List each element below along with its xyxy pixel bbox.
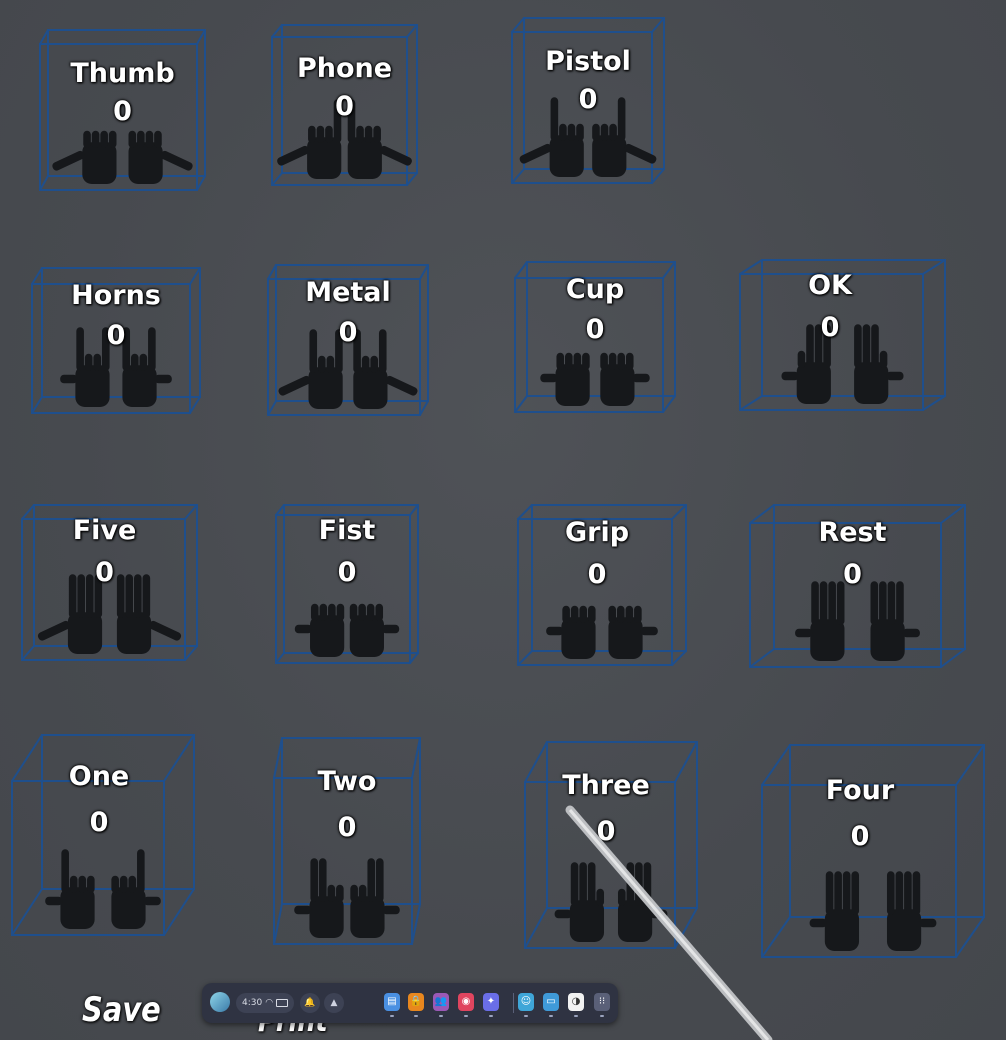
gesture-name: Pistol: [545, 46, 631, 77]
lock-icon[interactable]: 🔒: [408, 993, 424, 1011]
clock: 4:30: [242, 998, 263, 1008]
gesture-pistol[interactable]: Pistol 0: [511, 17, 665, 184]
files-icon[interactable]: ▭: [543, 993, 559, 1011]
status-pill[interactable]: 4:30 ◠: [236, 993, 294, 1013]
camera-icon[interactable]: ◉: [458, 993, 474, 1011]
gesture-thumb[interactable]: Thumb 0: [39, 29, 206, 191]
app-running-indicator: [414, 1015, 418, 1017]
gesture-name: Four: [825, 775, 895, 806]
gesture-phone[interactable]: Phone 0: [271, 24, 418, 186]
gesture-rest[interactable]: Rest 0: [749, 504, 966, 668]
gesture-three[interactable]: Three 0: [524, 741, 698, 949]
gesture-name: Phone: [296, 53, 393, 84]
notifications-icon[interactable]: 🔔: [300, 993, 320, 1013]
app-running-indicator: [574, 1015, 578, 1017]
app-running-indicator: [600, 1015, 604, 1017]
gesture-name: Three: [562, 770, 650, 801]
gesture-count: 0: [578, 84, 598, 115]
gesture-two[interactable]: Two 0: [273, 737, 421, 945]
gesture-count: 0: [338, 317, 358, 348]
app-running-indicator: [390, 1015, 394, 1017]
system-taskbar: 4:30 ◠ 🔔 ▲ ▤ 🔒 👥 ◉ ✦ ☺ ▭ ◑ ⁝⁝: [202, 983, 618, 1023]
browser-icon[interactable]: ◑: [568, 993, 584, 1011]
gesture-count: 0: [106, 320, 126, 351]
gesture-metal[interactable]: Metal 0: [267, 264, 429, 416]
gesture-count: 0: [596, 816, 616, 847]
gesture-count: 0: [95, 557, 114, 588]
gesture-name: Rest: [818, 517, 887, 548]
gesture-name: Fist: [318, 515, 376, 546]
app-grid-icon[interactable]: ⁝⁝: [594, 993, 610, 1011]
people-icon[interactable]: 👥: [433, 993, 449, 1011]
gesture-count: 0: [335, 91, 354, 122]
app-running-indicator: [489, 1015, 493, 1017]
save-button[interactable]: Save: [82, 990, 161, 1030]
gesture-count: 0: [337, 812, 357, 843]
gesture-count: 0: [843, 559, 862, 590]
app-running-indicator: [524, 1015, 528, 1017]
gesture-count: 0: [585, 314, 605, 345]
gesture-name: Thumb: [70, 58, 175, 89]
gesture-count: 0: [587, 559, 607, 590]
gesture-cup[interactable]: Cup 0: [514, 261, 676, 413]
gesture-fist[interactable]: Fist 0: [275, 504, 419, 664]
bell-icon[interactable]: ▲: [324, 993, 344, 1013]
gesture-name: Two: [317, 766, 377, 797]
gesture-name: OK: [808, 270, 852, 301]
gesture-count: 0: [820, 312, 840, 343]
gesture-name: Cup: [565, 274, 625, 305]
gesture-one[interactable]: One 0: [11, 734, 195, 936]
app-running-indicator: [439, 1015, 443, 1017]
taskbar-divider: [513, 993, 514, 1013]
gesture-name: One: [68, 761, 130, 792]
avatar-app-icon[interactable]: ☺: [518, 993, 534, 1011]
user-avatar-icon[interactable]: [210, 992, 230, 1012]
vr-scene: Thumb 0 Phone 0 Pistol 0 Horns 0 Metal 0…: [0, 0, 1006, 1040]
gesture-name: Five: [72, 515, 137, 546]
app-running-indicator: [464, 1015, 468, 1017]
messenger-icon[interactable]: ✦: [483, 993, 499, 1011]
app-running-indicator: [549, 1015, 553, 1017]
gesture-grip[interactable]: Grip 0: [517, 504, 687, 666]
gesture-count: 0: [850, 821, 870, 852]
gesture-count: 0: [337, 557, 357, 588]
store-icon[interactable]: ▤: [384, 993, 400, 1011]
gesture-name: Grip: [564, 517, 630, 548]
gesture-count: 0: [113, 96, 132, 127]
gesture-four[interactable]: Four 0: [761, 744, 985, 958]
wifi-icon: ◠: [265, 998, 274, 1008]
gesture-name: Horns: [71, 280, 161, 311]
gesture-horns[interactable]: Horns 0: [31, 267, 201, 414]
gesture-five[interactable]: Five 0: [21, 504, 198, 661]
battery-icon: [276, 998, 289, 1007]
gesture-name: Metal: [305, 277, 391, 308]
gesture-count: 0: [89, 807, 109, 838]
gesture-ok[interactable]: OK 0: [739, 259, 946, 411]
